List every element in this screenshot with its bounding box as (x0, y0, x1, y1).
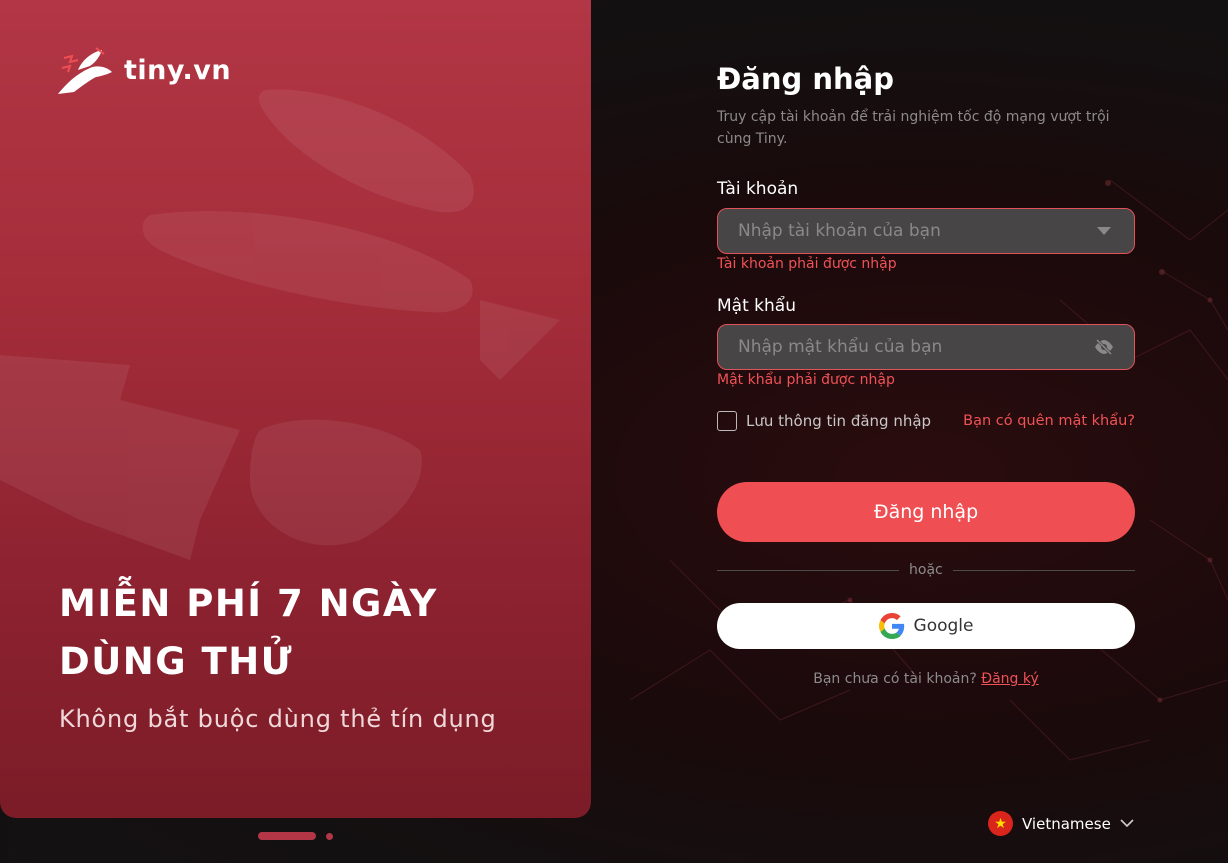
account-label: Tài khoản (717, 179, 799, 199)
remember-row: Lưu thông tin đăng nhập Bạn có quên mật … (717, 411, 1135, 431)
google-icon (878, 613, 904, 639)
caret-down-icon[interactable] (1094, 221, 1114, 241)
or-divider-line-right (952, 569, 1135, 571)
or-divider: hoặc (717, 562, 1135, 578)
password-input[interactable]: Nhập mật khẩu của bạn (717, 324, 1135, 370)
remember-label: Lưu thông tin đăng nhập (746, 412, 932, 430)
login-description: Truy cập tài khoản để trải nghiệm tốc độ… (717, 109, 1110, 147)
google-label: Google (913, 616, 974, 636)
carousel-dots (258, 832, 333, 840)
language-label: Vietnamese (1022, 814, 1111, 833)
logo-text: tiny.vn (124, 54, 232, 86)
signup-prompt-text: Bạn chưa có tài khoản? (813, 671, 977, 687)
account-error: Tài khoản phải được nhập (717, 256, 897, 272)
account-input[interactable]: Nhập tài khoản của bạn (717, 208, 1135, 254)
promo-headline-line1: MIỄN PHÍ 7 NGÀY (59, 582, 438, 625)
password-label: Mật khẩu (717, 296, 796, 316)
or-text: hoặc (909, 562, 943, 578)
brand-logo[interactable]: tiny.vn (56, 44, 231, 96)
login-title: Đăng nhập (717, 62, 894, 96)
language-selector[interactable]: ★ Vietnamese (988, 811, 1134, 836)
promo-panel: tiny.vn MIỄN PHÍ 7 NGÀY DÙNG THỬ Không b… (0, 0, 591, 818)
vietnam-flag-icon: ★ (988, 811, 1013, 836)
signup-link[interactable]: Đăng ký (981, 671, 1039, 687)
chevron-down-icon[interactable] (1120, 819, 1134, 828)
carousel-dot[interactable] (326, 832, 333, 840)
remember-checkbox-group[interactable]: Lưu thông tin đăng nhập (717, 411, 931, 431)
login-button[interactable]: Đăng nhập (717, 482, 1135, 542)
promo-headline: MIỄN PHÍ 7 NGÀY DÙNG THỬ (59, 575, 559, 691)
rabbit-logo-icon (58, 47, 112, 94)
password-error: Mật khẩu phải được nhập (717, 372, 895, 388)
eye-off-icon[interactable] (1094, 337, 1114, 357)
remember-checkbox[interactable] (717, 411, 737, 431)
carousel-dot-active[interactable] (258, 832, 316, 840)
forgot-password-link[interactable]: Bạn có quên mật khẩu? (963, 413, 1135, 429)
google-login-button[interactable]: Google (717, 603, 1135, 649)
or-divider-line-left (717, 569, 899, 571)
password-placeholder: Nhập mật khẩu của bạn (738, 337, 943, 357)
promo-subline: Không bắt buộc dùng thẻ tín dụng (59, 705, 497, 733)
login-form: Đăng nhập Truy cập tài khoản để trải ngh… (717, 62, 1135, 687)
promo-rabbit-watermark (0, 89, 560, 560)
signup-prompt: Bạn chưa có tài khoản? Đăng ký (717, 671, 1135, 687)
account-placeholder: Nhập tài khoản của bạn (738, 221, 941, 241)
promo-headline-line2: DÙNG THỬ (59, 640, 294, 683)
